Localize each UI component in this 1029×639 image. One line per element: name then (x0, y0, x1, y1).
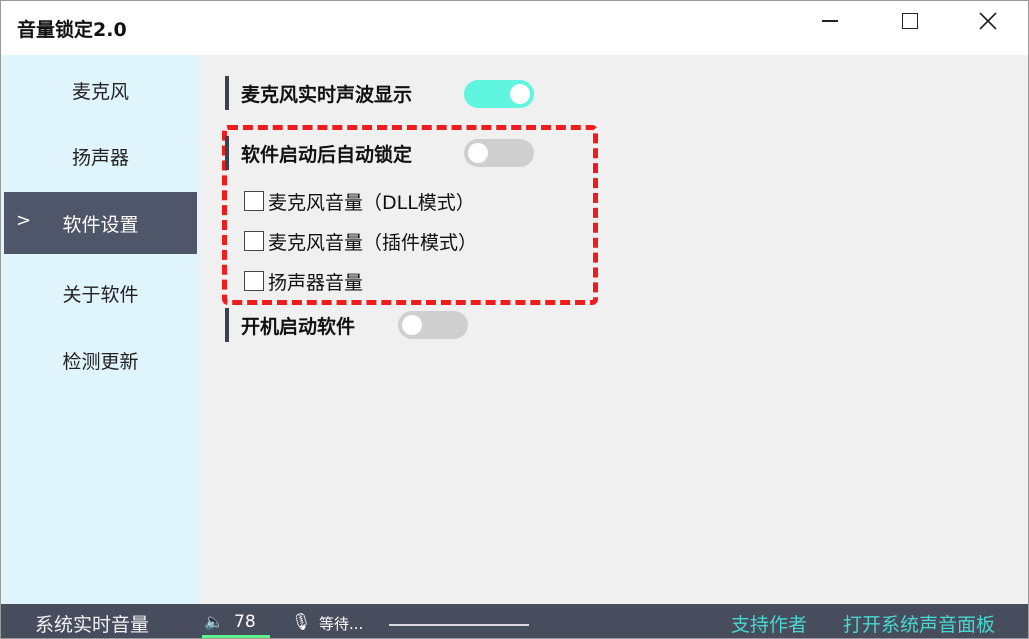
mic-status: 等待... (319, 615, 364, 633)
toggle-knob (468, 143, 488, 163)
setting-auto-lock: 软件启动后自动锁定 (225, 136, 412, 170)
sidebar-item-label: 软件设置 (62, 213, 139, 236)
setting-label: 麦克风实时声波显示 (241, 83, 413, 106)
maximize-icon (902, 13, 918, 29)
section-marker (225, 76, 229, 110)
toggle-knob (510, 84, 530, 104)
setting-label: 开机启动软件 (241, 315, 356, 338)
app-window: 音量锁定2.0 麦克风 扬声器 > 软件设置 关于软件 检测更新 麦克风实时声波… (0, 0, 1029, 639)
status-title: 系统实时音量 (35, 614, 150, 636)
mic-volume-plugin-option[interactable]: 麦克风音量（插件模式） (244, 226, 477, 256)
sidebar-item-about[interactable]: 关于软件 (1, 262, 200, 324)
sidebar-item-label: 麦克风 (71, 80, 129, 103)
sidebar-item-label: 检测更新 (62, 350, 139, 373)
sidebar-nav: 麦克风 扬声器 > 软件设置 关于软件 检测更新 (1, 55, 200, 604)
active-arrow-icon: > (16, 210, 32, 231)
sidebar-item-microphone[interactable]: 麦克风 (1, 59, 200, 121)
sidebar-item-software-settings[interactable]: > 软件设置 (4, 192, 197, 254)
setting-startup: 开机启动软件 (225, 308, 355, 342)
sidebar-item-speaker[interactable]: 扬声器 (1, 125, 200, 187)
checkbox-label: 麦克风音量（插件模式） (268, 231, 478, 254)
system-volume-indicator[interactable]: 🔈 78 (202, 604, 270, 638)
minimize-button[interactable] (791, 1, 869, 41)
status-bar: 系统实时音量 🔈 78 🎙 等待... 支持作者 打开系统声音面板 (1, 604, 1028, 638)
checkbox[interactable] (244, 271, 264, 291)
sidebar-item-label: 扬声器 (71, 146, 129, 169)
window-title: 音量锁定2.0 (17, 19, 127, 41)
section-marker (225, 308, 229, 342)
speaker-volume-option[interactable]: 扬声器音量 (244, 266, 363, 296)
volume-value: 78 (234, 612, 256, 632)
checkbox[interactable] (244, 231, 264, 251)
support-author-link[interactable]: 支持作者 (731, 610, 807, 637)
microphone-icon: 🎙 (291, 612, 312, 631)
close-icon (979, 12, 997, 30)
mic-volume-dll-option[interactable]: 麦克风音量（DLL模式） (244, 186, 475, 216)
speaker-icon: 🔈 (204, 612, 224, 631)
settings-panel: 麦克风实时声波显示 软件启动后自动锁定 麦克风音量（DLL模式） 麦克风音量（插… (200, 55, 1028, 604)
title-bar[interactable]: 音量锁定2.0 (1, 1, 1028, 55)
auto-lock-toggle[interactable] (464, 139, 534, 167)
setting-label: 软件启动后自动锁定 (241, 143, 413, 166)
checkbox-label: 麦克风音量（DLL模式） (268, 191, 475, 214)
mic-waveform-toggle[interactable] (464, 80, 534, 108)
mic-level-line (389, 624, 529, 626)
maximize-button[interactable] (871, 1, 949, 41)
setting-mic-waveform: 麦克风实时声波显示 (225, 76, 412, 110)
sidebar-item-label: 关于软件 (62, 283, 139, 306)
toggle-knob (402, 315, 422, 335)
checkbox-label: 扬声器音量 (268, 271, 364, 294)
checkbox[interactable] (244, 191, 264, 211)
section-marker (225, 136, 229, 170)
open-sound-panel-link[interactable]: 打开系统声音面板 (843, 610, 995, 637)
sidebar-item-check-update[interactable]: 检测更新 (1, 329, 200, 391)
volume-underline (202, 635, 270, 638)
minimize-icon (822, 20, 838, 22)
close-button[interactable] (949, 1, 1027, 41)
startup-toggle[interactable] (398, 311, 468, 339)
